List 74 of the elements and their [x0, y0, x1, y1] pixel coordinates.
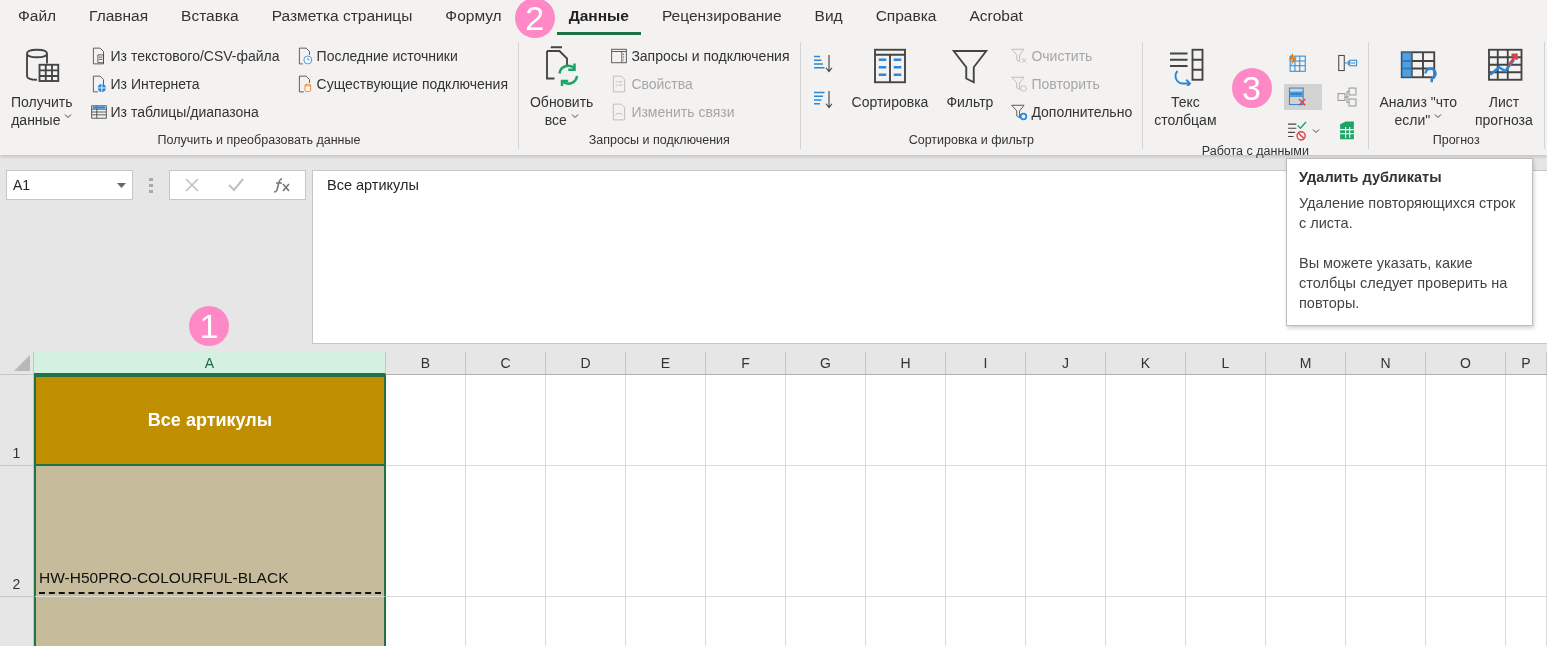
- column-header[interactable]: D: [546, 352, 626, 375]
- caret-icon: [64, 113, 73, 119]
- row-header[interactable]: 2: [0, 466, 34, 597]
- ribbon-button[interactable]: Обновить все: [527, 44, 597, 130]
- table-cell: Все артикулы: [34, 375, 386, 466]
- column-header[interactable]: B: [386, 352, 466, 375]
- group-label: Получить и преобразовать данные: [156, 133, 362, 149]
- ribbon-tab[interactable]: Вид: [802, 1, 855, 35]
- relationships-icon: [1335, 86, 1358, 108]
- ribbon-button[interactable]: Из текстового/CSV-файла: [87, 44, 282, 68]
- row-header[interactable]: 1: [0, 375, 34, 466]
- ribbon-tab[interactable]: Разметка страницы: [259, 1, 425, 35]
- filter-gear-icon: [1010, 103, 1029, 121]
- check-icon[interactable]: [227, 177, 246, 193]
- ribbon-button[interactable]: Из Интернета: [87, 72, 282, 96]
- function-icon[interactable]: [273, 177, 292, 193]
- ribbon-tab[interactable]: Вставка: [169, 1, 251, 35]
- column-header[interactable]: P: [1506, 352, 1547, 375]
- column-header[interactable]: C: [466, 352, 546, 375]
- tooltip-text: Вы можете указать, какие столбцы следует проверить на повторы.: [1299, 254, 1509, 313]
- ribbon-button[interactable]: Последние источники: [293, 44, 510, 68]
- caret-icon: [1311, 128, 1320, 134]
- group-label: Запросы и подключения: [587, 133, 731, 149]
- tooltip-text: Удаление повторяющихся строк с листа.: [1299, 194, 1517, 233]
- table-icon: [89, 103, 108, 121]
- grip-icon: [149, 178, 153, 194]
- ribbon-tab[interactable]: Acrobat: [957, 1, 1035, 35]
- step-badge: 1: [189, 306, 229, 346]
- step-badge: 2: [514, 0, 555, 38]
- ribbon-button[interactable]: Лист прогноза: [1472, 44, 1536, 130]
- column-header[interactable]: H: [866, 352, 946, 375]
- name-box[interactable]: A1: [6, 170, 133, 200]
- filter-refresh-icon: [1010, 75, 1029, 93]
- ribbon-button[interactable]: Дополнительно: [1008, 100, 1135, 124]
- filter-clear-icon: [1010, 47, 1029, 65]
- column-header[interactable]: I: [946, 352, 1026, 375]
- column-header[interactable]: L: [1186, 352, 1266, 375]
- column-header[interactable]: A: [34, 352, 386, 375]
- caret-icon: [1434, 113, 1443, 119]
- panel-icon: [610, 47, 629, 65]
- step-badge: 3: [1231, 68, 1272, 108]
- column-header[interactable]: N: [1346, 352, 1426, 375]
- column-header[interactable]: F: [706, 352, 786, 375]
- ribbon-button[interactable]: Анализ "что если": [1376, 44, 1460, 130]
- ribbon-button[interactable]: Сортировка: [848, 44, 932, 112]
- tooltip-title: Удалить дубликаты: [1299, 168, 1443, 187]
- group-label: Сортировка и фильтр: [907, 133, 1035, 149]
- ribbon-button[interactable]: Из таблицы/диапазона: [87, 100, 282, 124]
- column-header[interactable]: G: [786, 352, 866, 375]
- data-validation-icon: [1285, 120, 1308, 142]
- column-header[interactable]: J: [1026, 352, 1106, 375]
- select-all-icon[interactable]: [14, 355, 30, 371]
- ribbon-button[interactable]: Запросы и подключения: [608, 44, 792, 68]
- dropdown-icon: [117, 182, 126, 188]
- ribbon-button[interactable]: Текс столбцам: [1151, 44, 1220, 130]
- ribbon-icon-button[interactable]: [1283, 84, 1322, 110]
- ribbon-tab[interactable]: Формул: [433, 1, 514, 35]
- ribbon-button[interactable]: Фильтр: [943, 44, 997, 112]
- ribbon-tab[interactable]: Справка: [863, 1, 949, 35]
- ribbon-button[interactable]: Получить данные: [8, 44, 76, 130]
- column-header[interactable]: K: [1106, 352, 1186, 375]
- ribbon-tab[interactable]: Файл: [6, 1, 69, 35]
- cancel-icon[interactable]: [183, 177, 200, 193]
- ribbon-button[interactable]: Существующие подключения: [293, 72, 510, 96]
- group-label: Прогноз: [1431, 133, 1481, 149]
- group-label: Работа с данными: [1200, 144, 1310, 160]
- consolidate-icon: [1335, 52, 1358, 74]
- column-header[interactable]: M: [1266, 352, 1346, 375]
- ribbon-tab[interactable]: Рецензирование: [649, 1, 794, 35]
- column-header[interactable]: E: [626, 352, 706, 375]
- ribbon-tab[interactable]: Главная: [77, 1, 161, 35]
- caret-icon: [570, 113, 579, 119]
- column-header[interactable]: O: [1426, 352, 1506, 375]
- table-cell: HW-H50PRO-COLOURFUL-BLACK: [34, 466, 386, 597]
